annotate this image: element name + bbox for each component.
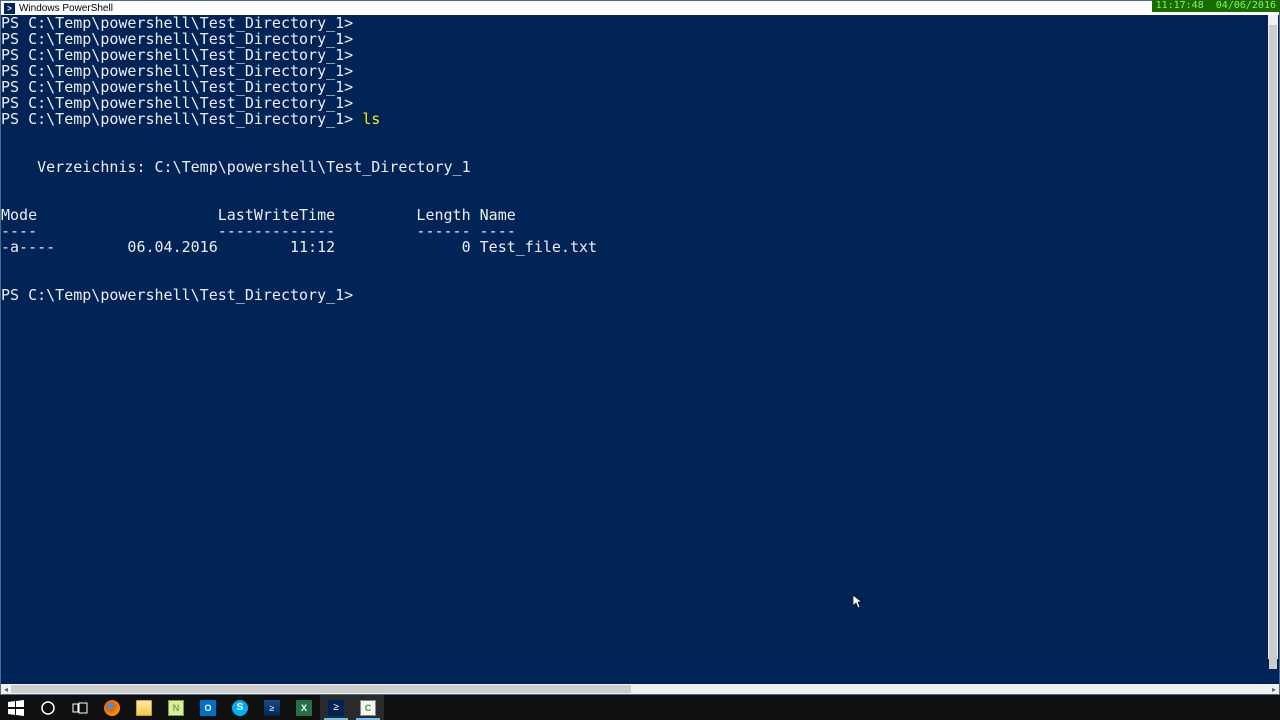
powershell-window: Windows PowerShell PS C:\Temp\powershell… [0, 0, 1280, 695]
taskview-icon [72, 700, 88, 716]
notepadpp-icon: N [168, 700, 184, 716]
vertical-scrollbar[interactable] [1268, 15, 1278, 659]
scroll-right-icon[interactable]: ▸ [1269, 684, 1279, 694]
clock-overlay: 11:17:48 04/06/2016 [1152, 0, 1280, 12]
cortana-button[interactable] [32, 695, 64, 720]
circle-icon [40, 700, 56, 716]
windows-icon [8, 700, 24, 716]
skype-icon: S [232, 700, 248, 716]
powershell-icon [4, 3, 15, 14]
window-title: Windows PowerShell [19, 3, 113, 14]
notepadpp-button[interactable]: N [160, 695, 192, 720]
clock-date: 04/06/2016 [1216, 0, 1276, 11]
outlook-button[interactable]: O [192, 695, 224, 720]
clock-time: 11:17:48 [1156, 0, 1204, 11]
camtasia-button[interactable]: C [352, 695, 384, 720]
terminal-output[interactable]: PS C:\Temp\powershell\Test_Directory_1> … [1, 15, 1279, 684]
start-button[interactable] [0, 695, 32, 720]
folder-icon [136, 700, 152, 716]
horizontal-scrollbar[interactable]: ◂ ▸ [1, 684, 1279, 694]
camtasia-icon: C [360, 700, 376, 716]
explorer-button[interactable] [128, 695, 160, 720]
outlook-icon: O [200, 700, 216, 716]
titlebar[interactable]: Windows PowerShell [1, 1, 1279, 15]
firefox-icon [104, 700, 120, 716]
powershell-taskbar-button[interactable]: ≥ [320, 695, 352, 720]
ise-icon: ≥ [264, 700, 280, 716]
taskbar: N O S ≥ X ≥ C [0, 695, 1280, 720]
excel-button[interactable]: X [288, 695, 320, 720]
excel-icon: X [296, 700, 312, 716]
powershell-icon: ≥ [328, 700, 344, 716]
hscroll-thumb[interactable] [11, 685, 631, 693]
skype-button[interactable]: S [224, 695, 256, 720]
ise-button[interactable]: ≥ [256, 695, 288, 720]
taskview-button[interactable] [64, 695, 96, 720]
scroll-left-icon[interactable]: ◂ [1, 684, 11, 694]
firefox-button[interactable] [96, 695, 128, 720]
vscroll-thumb[interactable] [1269, 25, 1277, 669]
